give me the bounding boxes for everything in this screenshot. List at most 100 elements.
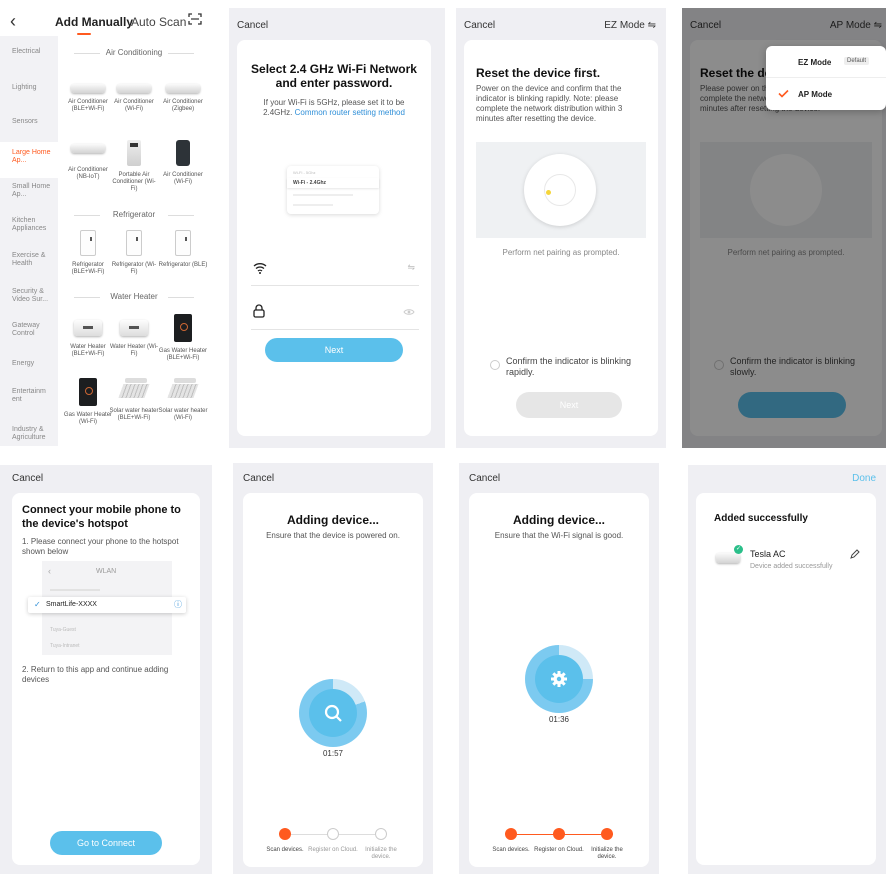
sidebar-item-kitchen[interactable]: Kitchen Appliances (12, 217, 56, 233)
edit-pencil-icon[interactable] (850, 549, 860, 559)
subtitle: Ensure that the Wi-Fi signal is good. (494, 531, 624, 540)
scan-icon[interactable] (188, 13, 202, 25)
device-item[interactable]: Water Heater (BLE+Wi-Fi) (63, 314, 113, 358)
mini-row-placeholder (293, 194, 353, 196)
tab-add-manually[interactable]: Add Manually (55, 15, 133, 35)
router-setting-link[interactable]: Common router setting method (295, 108, 405, 117)
sidebar-item-entertainment[interactable]: Entertainm ent (12, 388, 56, 404)
eye-icon[interactable] (403, 308, 415, 316)
wifi-icon (253, 263, 267, 274)
sidebar-item-gateway[interactable]: Gateway Control (12, 322, 56, 338)
device-illustration (476, 142, 646, 238)
device-item[interactable]: Refrigerator (BLE) (158, 230, 208, 269)
menu-item-ez-mode[interactable]: EZ Mode Default (766, 46, 886, 78)
adding-card: Adding device... Ensure that the device … (243, 493, 423, 867)
placeholder-line (50, 589, 100, 591)
adding-device-screen: Cancel Adding device... Ensure that the … (233, 463, 433, 874)
water-heater-icon (120, 320, 148, 336)
sidebar-item-industry[interactable]: Industry & Agriculture (12, 426, 56, 442)
info-icon[interactable]: ⓘ (174, 599, 182, 610)
water-heater-icon (74, 320, 102, 336)
confirm-radio[interactable] (490, 360, 500, 370)
sidebar-item-electrical[interactable]: Electrical (12, 48, 56, 56)
mode-switch-button[interactable]: EZ Mode ⇋ (604, 20, 656, 31)
device-item[interactable]: Portable Air Conditioner (Wi-Fi) (109, 140, 159, 193)
section-refrigerator: Refrigerator (64, 210, 204, 219)
device-item[interactable]: Refrigerator (Wi-Fi) (109, 230, 159, 276)
hotspot-name: SmartLife-XXXX (46, 601, 97, 608)
device-item[interactable]: Water Heater (Wi-Fi) (109, 314, 159, 358)
back-arrow-icon: ‹ (48, 566, 51, 576)
sidebar-item-exercise[interactable]: Exercise & Health (12, 252, 56, 268)
switch-network-icon[interactable]: ⇋ (407, 262, 415, 273)
refrigerator-icon (175, 230, 191, 256)
page-title: Connect your mobile phone to the device'… (22, 504, 181, 530)
step-dot-done (553, 828, 565, 840)
top-bar: ‹ Add Manually Auto Scan (0, 0, 212, 40)
device-image (524, 154, 596, 226)
checkmark-icon (778, 89, 789, 98)
reset-description: Power on the device and confirm that the… (476, 84, 623, 123)
step-dot (375, 828, 387, 840)
password-field[interactable] (251, 298, 419, 330)
cancel-button[interactable]: Cancel (243, 473, 274, 484)
device-label: Refrigerator (BLE+Wi-Fi) (71, 262, 105, 275)
cancel-button[interactable]: Cancel (237, 20, 268, 31)
device-item[interactable]: Refrigerator (BLE+Wi-Fi) (63, 230, 113, 276)
sidebar-item-energy[interactable]: Energy (12, 360, 56, 368)
section-water-heater: Water Heater (64, 292, 204, 301)
sidebar-item-lighting[interactable]: Lighting (12, 84, 56, 92)
done-button[interactable]: Done (852, 473, 876, 484)
cancel-button[interactable]: Cancel (469, 473, 500, 484)
device-label: Air Conditioner (BLE+Wi-Fi) (68, 99, 108, 112)
device-item[interactable]: Gas Water Heater (Wi-Fi) (63, 378, 113, 426)
cancel-button[interactable]: Cancel (464, 20, 495, 31)
next-button[interactable]: Next (265, 338, 403, 362)
device-label: Air Conditioner (Wi-Fi) (163, 172, 203, 185)
device-item[interactable]: Solar water heater (BLE+Wi-Fi) (109, 378, 159, 422)
gear-icon (551, 671, 567, 687)
reset-device-screen: Cancel EZ Mode ⇋ Reset the device first.… (456, 8, 666, 448)
device-item[interactable]: Air Conditioner (NB-IoT) (63, 140, 113, 181)
hotspot-network-row[interactable]: ✓ SmartLife-XXXX ⓘ (28, 597, 186, 613)
device-item[interactable]: Air Conditioner (Wi-Fi) (158, 140, 208, 186)
solar-heater-icon (119, 378, 149, 402)
device-item[interactable]: Air Conditioner (Wi-Fi) (109, 84, 159, 113)
menu-item-label: EZ Mode (798, 58, 832, 67)
page-title: Adding device... (286, 513, 379, 527)
step-1-text: 1. Please connect your phone to the hots… (22, 537, 179, 556)
sidebar-item-sensors[interactable]: Sensors (12, 118, 56, 126)
wifi-description: If your Wi-Fi is 5GHz, please set it to … (249, 98, 419, 118)
sidebar-item-security[interactable]: Security & Video Sur... (12, 288, 56, 304)
go-to-connect-button[interactable]: Go to Connect (50, 831, 162, 855)
device-label: Water Heater (Wi-Fi) (109, 344, 159, 357)
device-item[interactable]: Air Conditioner (Zigbee) (158, 84, 208, 113)
countdown-timer: 01:36 (548, 715, 570, 724)
cancel-button[interactable]: Cancel (12, 473, 43, 484)
air-conditioner-icon (71, 84, 105, 93)
tab-auto-scan[interactable]: Auto Scan (131, 15, 186, 29)
device-item[interactable]: Air Conditioner (BLE+Wi-Fi) (63, 84, 113, 113)
back-arrow-icon[interactable]: ‹ (10, 11, 16, 32)
stepper-line (291, 834, 387, 835)
device-label: Gas Water Heater (Wi-Fi) (63, 412, 113, 425)
ap-mode-screen: Cancel AP Mode ⇋ Reset the de Please pow… (682, 8, 886, 448)
step-dot (327, 828, 339, 840)
success-screen: Done Added successfully ✓ Tesla AC Devic… (688, 465, 886, 874)
air-conditioner-icon (117, 84, 151, 93)
solar-heater-icon (168, 378, 198, 402)
wifi-card: Select 2.4 GHz Wi-Fi Network and enter p… (237, 40, 431, 436)
menu-item-ap-mode[interactable]: AP Mode (766, 78, 886, 110)
device-label: Solar water heater (Wi-Fi) (158, 408, 208, 421)
refrigerator-icon (80, 230, 96, 256)
progress-center (535, 655, 583, 703)
device-item[interactable]: Solar water heater (Wi-Fi) (158, 378, 208, 422)
search-icon (324, 704, 342, 722)
next-button[interactable]: Next (516, 392, 622, 418)
device-item[interactable]: Gas Water Heater (BLE+Wi-Fi) (158, 314, 208, 362)
sidebar-item-large-home[interactable]: Large Home Ap... (12, 149, 56, 165)
sidebar-item-small-home[interactable]: Small Home Ap... (12, 183, 56, 199)
wifi-name-field[interactable]: ⇋ (251, 254, 419, 286)
success-card: Added successfully ✓ Tesla AC Device add… (696, 493, 876, 865)
air-conditioner-icon (166, 84, 200, 93)
